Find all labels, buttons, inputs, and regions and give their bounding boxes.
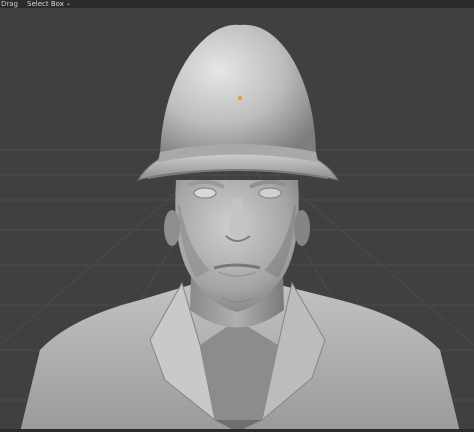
select-mode-dropdown[interactable]: Select Box ⌄ bbox=[27, 0, 71, 8]
chevron-down-icon: ⌄ bbox=[65, 0, 71, 7]
object-origin-marker[interactable] bbox=[238, 96, 242, 100]
3d-viewport[interactable] bbox=[0, 0, 474, 432]
tool-label: Drag bbox=[1, 0, 19, 8]
helmet-mesh bbox=[136, 24, 340, 181]
viewport-canvas[interactable] bbox=[0, 0, 474, 432]
select-mode-label: Select Box bbox=[27, 0, 64, 8]
viewport-header: Drag Select Box ⌄ bbox=[0, 0, 474, 8]
